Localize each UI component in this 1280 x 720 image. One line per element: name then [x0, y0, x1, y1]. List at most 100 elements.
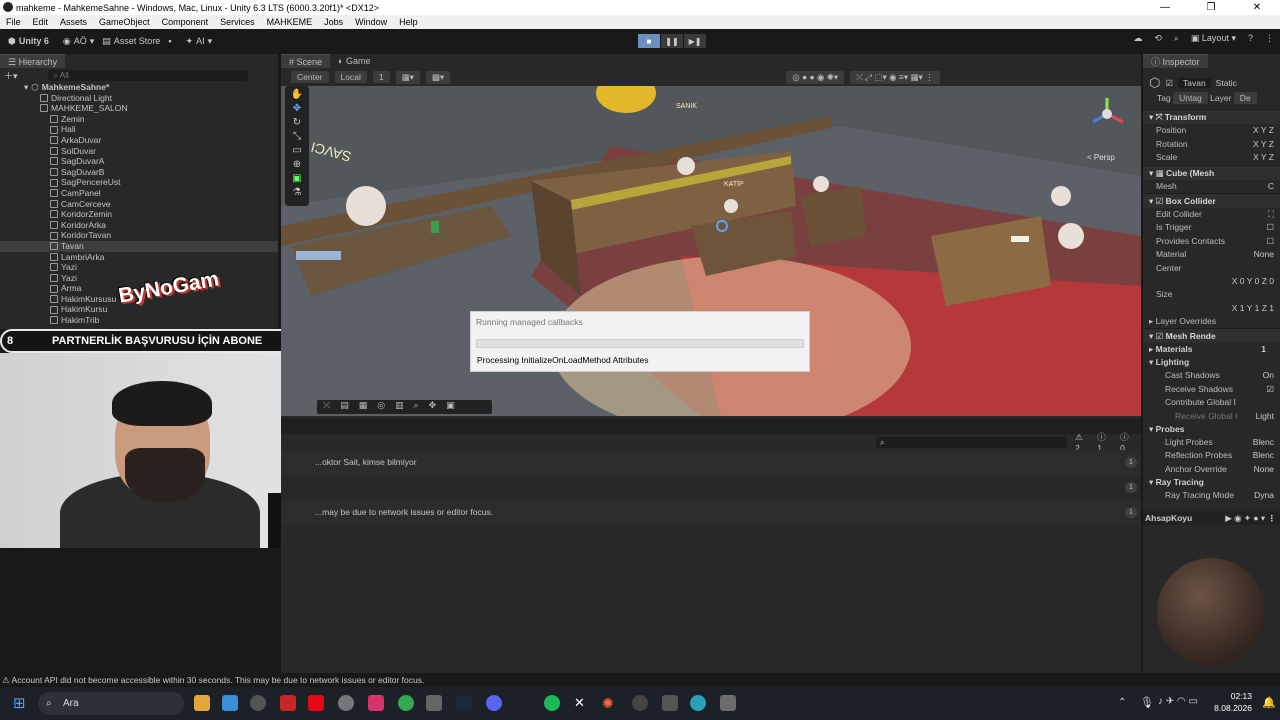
hierarchy-item[interactable]: Yazi	[0, 262, 278, 273]
play-button[interactable]: ■	[638, 34, 660, 48]
menu-mahkeme[interactable]: MAHKEME	[261, 17, 319, 27]
ray-tracing-header[interactable]: ▾ Ray Tracing	[1143, 476, 1280, 489]
view-tool-icon[interactable]: ✋	[285, 88, 309, 102]
move-tool-icon[interactable]: ✥	[285, 102, 309, 116]
github-icon[interactable]	[632, 695, 648, 711]
scene-gizmo[interactable]	[1087, 94, 1127, 134]
claude-icon[interactable]: ✺	[602, 695, 618, 711]
pivot-dropdown[interactable]: Center	[291, 71, 329, 83]
custom-tool-icon[interactable]: ▣	[285, 172, 309, 186]
windows-start-icon[interactable]: ⊞	[13, 694, 29, 712]
notification-bell-icon[interactable]: 🔔	[1262, 696, 1276, 709]
console-log-row[interactable]: 1	[281, 475, 1141, 500]
taskbar-search-input[interactable]: ⌕ Ara	[38, 692, 184, 715]
console-log-row[interactable]: ...oktor Sait, kimse bilmiyor 1	[281, 450, 1141, 475]
close-button[interactable]: ✕	[1234, 0, 1280, 15]
hierarchy-item[interactable]: LambriArka	[0, 252, 278, 263]
snap-value[interactable]: 1	[372, 71, 390, 83]
app-gray-icon[interactable]	[426, 695, 442, 711]
transform-header[interactable]: ▾ ⤧ Transform	[1143, 109, 1280, 125]
hierarchy-search-input[interactable]: ⌕ All	[47, 69, 248, 81]
rect-tool-icon[interactable]: ▭	[285, 144, 309, 158]
rotation-fields[interactable]: X Y Z	[1253, 138, 1274, 151]
console-search-input[interactable]: ⌕	[876, 436, 1068, 448]
layer-overrides-row[interactable]: ▸ Layer Overrides	[1143, 315, 1280, 328]
console-log-row[interactable]: ...may be due to network issues or edito…	[281, 500, 1141, 525]
package-button[interactable]: ▪	[168, 36, 171, 46]
more-icon[interactable]: ⋮	[1265, 33, 1274, 44]
hierarchy-item[interactable]: SagPencereUst	[0, 177, 278, 188]
x-icon[interactable]: ✕	[574, 695, 590, 711]
edit-collider-button[interactable]: ⛶	[1268, 208, 1274, 221]
hierarchy-item[interactable]: HakimKursu	[0, 304, 278, 315]
active-checkbox[interactable]: ☑	[1165, 78, 1173, 89]
globe-icon[interactable]	[690, 695, 706, 711]
probes-header[interactable]: ▾ Probes	[1143, 423, 1280, 436]
layer-dropdown[interactable]: De	[1233, 92, 1257, 104]
rotate-tool-icon[interactable]: ↻	[285, 116, 309, 130]
scale-fields[interactable]: X Y Z	[1253, 151, 1274, 164]
file-explorer-icon[interactable]	[194, 695, 210, 711]
hierarchy-item[interactable]: ArkaDuvar	[0, 135, 278, 146]
clock-time[interactable]: 02:13	[1228, 691, 1252, 701]
center-fields[interactable]: X 0 Y 0 Z 0	[1232, 275, 1274, 288]
netflix-icon[interactable]	[308, 695, 324, 711]
mesh-renderer-header[interactable]: ▾ ☑ Mesh Rende	[1143, 328, 1280, 344]
step-button[interactable]: ▶❚	[684, 34, 706, 48]
minimize-button[interactable]: —	[1142, 0, 1188, 15]
collider-tool-icon[interactable]: ⚗	[285, 186, 309, 200]
transform-tool-icon[interactable]: ⊕	[285, 158, 309, 172]
tab-inspector[interactable]: ⓘ Inspector	[1143, 54, 1208, 68]
box-collider-header[interactable]: ▾ ☑ Box Collider	[1143, 192, 1280, 208]
hierarchy-item[interactable]: CamCerceve	[0, 199, 278, 210]
hierarchy-item[interactable]: KoridorTavan	[0, 230, 278, 241]
material-preview-sphere[interactable]	[1157, 558, 1265, 666]
pause-button[interactable]: ❚❚	[661, 34, 683, 48]
menu-help[interactable]: Help	[393, 17, 424, 27]
unity-hub-icon[interactable]	[662, 695, 678, 711]
menu-edit[interactable]: Edit	[27, 17, 55, 27]
menu-jobs[interactable]: Jobs	[318, 17, 349, 27]
hierarchy-item[interactable]: CamPanel	[0, 188, 278, 199]
cloud-icon[interactable]: ☁	[1133, 33, 1142, 44]
light-probes-dropdown[interactable]: Blenc	[1253, 436, 1274, 449]
space-dropdown[interactable]: Local	[334, 71, 367, 83]
material-preview-header[interactable]: AhsapKoyu ▶ ◉ ✦ ● ▾ ⋮	[1143, 510, 1280, 525]
status-message[interactable]: ⚠ Account API did not become accessible …	[2, 675, 424, 685]
size-fields[interactable]: X 1 Y 1 Z 1	[1232, 302, 1274, 315]
anchor-override-field[interactable]: None	[1254, 463, 1274, 476]
object-name-field[interactable]: Tavan	[1177, 78, 1211, 88]
tab-game[interactable]: ◐ Game	[330, 56, 378, 66]
hierarchy-item[interactable]: SolDuvar	[0, 146, 278, 157]
lighting-header[interactable]: ▾ Lighting	[1143, 356, 1280, 369]
static-toggle[interactable]: Static	[1216, 78, 1237, 88]
preview-controls[interactable]: ▶ ◉ ✦ ● ▾ ⋮	[1225, 511, 1276, 525]
materials-row[interactable]: ▸ Materials 1	[1143, 343, 1280, 356]
tab-hierarchy[interactable]: ☰ Hierarchy	[0, 54, 66, 68]
hierarchy-item[interactable]: Zemin	[0, 114, 278, 125]
scene-view-options[interactable]: ◎ ● ● ◉ ✺▾	[786, 70, 845, 84]
hierarchy-item[interactable]: HakimTrib	[0, 315, 278, 326]
position-fields[interactable]: X Y Z	[1253, 124, 1274, 137]
maximize-button[interactable]: ❐	[1188, 0, 1234, 15]
tab-scene[interactable]: # Scene	[281, 54, 331, 68]
menu-component[interactable]: Component	[156, 17, 215, 27]
ai-dropdown[interactable]: ✦ AI ▾	[186, 36, 213, 47]
mic-icon[interactable]: 🎙	[1140, 696, 1154, 709]
menu-window[interactable]: Window	[349, 17, 393, 27]
hierarchy-item[interactable]: KoridorArka	[0, 220, 278, 231]
menu-assets[interactable]: Assets	[54, 17, 93, 27]
receive-shadows-checkbox[interactable]: ☑	[1266, 383, 1274, 396]
unity-account-button[interactable]: ⬢ Unity 6	[8, 36, 49, 47]
tag-dropdown[interactable]: Untag	[1173, 92, 1208, 104]
help-icon[interactable]: ?	[1248, 33, 1253, 44]
store-icon[interactable]	[222, 695, 238, 711]
is-trigger-checkbox[interactable]: ☐	[1266, 221, 1274, 234]
layout-dropdown[interactable]: ▣ Layout ▾	[1191, 33, 1236, 44]
menu-file[interactable]: File	[0, 17, 27, 27]
discord-icon[interactable]	[486, 695, 502, 711]
increment-snap-button[interactable]: ▩▾	[425, 70, 451, 84]
chrome-icon[interactable]	[398, 695, 414, 711]
scene-root[interactable]: ▾ ⬡ MahkemeSahne*	[0, 82, 278, 93]
mesh-filter-header[interactable]: ▾ ▦ Cube (Mesh	[1143, 164, 1280, 180]
